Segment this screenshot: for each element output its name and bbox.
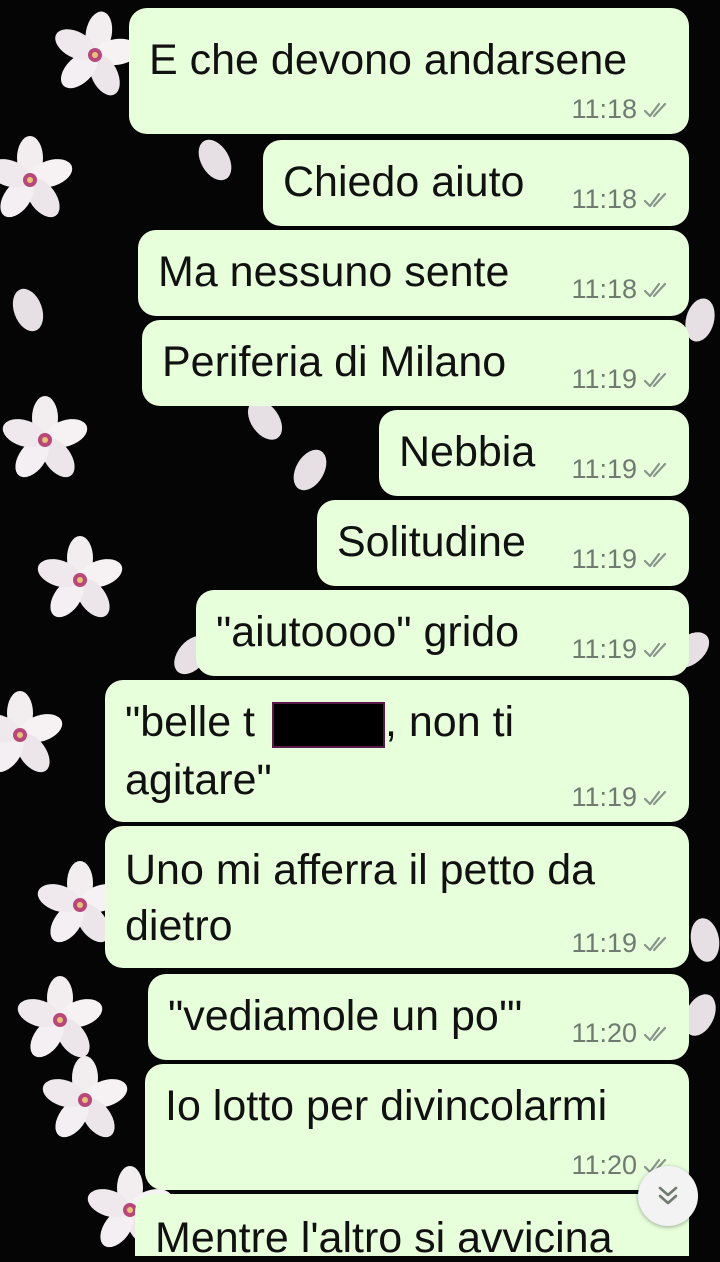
double-check-icon — [643, 1026, 667, 1041]
message-meta: 11:19 — [571, 928, 673, 959]
double-check-icon — [643, 192, 667, 207]
message-meta: 11:19 — [571, 454, 673, 485]
message-text: Uno mi afferra il petto da — [125, 846, 596, 894]
double-check-icon — [643, 552, 667, 567]
message-text: Mentre l'altro si avvicina — [155, 1214, 613, 1256]
message-bubble[interactable]: Solitudine 11:19 — [317, 500, 689, 586]
message-bubble[interactable]: Uno mi afferra il petto da dietro 11:19 — [105, 826, 689, 968]
message-time: 11:18 — [571, 184, 637, 214]
message-bubble[interactable]: Nebbia 11:19 — [379, 410, 689, 496]
message-text: Chiedo aiuto — [283, 158, 525, 206]
message-time: 11:18 — [571, 274, 637, 304]
message-bubble[interactable]: "aiutoooo" grido 11:19 — [196, 590, 689, 676]
message-time: 11:19 — [571, 454, 637, 484]
double-check-icon — [643, 102, 667, 117]
message-time: 11:19 — [571, 364, 637, 394]
message-text: Ma nessuno sente — [158, 248, 510, 296]
message-text: "aiutoooo" grido — [216, 608, 520, 656]
message-bubble[interactable]: Chiedo aiuto 11:18 — [263, 140, 689, 226]
double-chevron-down-icon — [658, 1186, 678, 1205]
message-text: Solitudine — [337, 518, 526, 566]
message-text: Nebbia — [399, 428, 536, 476]
message-meta: 11:19 — [571, 782, 673, 813]
message-text: "belle t — [125, 698, 256, 746]
message-time: 11:20 — [571, 1150, 637, 1180]
message-time: 11:18 — [571, 94, 637, 124]
double-check-icon — [643, 790, 667, 805]
message-text: Io lotto per divincolarmi — [165, 1082, 608, 1130]
message-meta: 11:19 — [571, 544, 673, 575]
message-bubble[interactable]: E che devono andarsene 11:18 — [129, 8, 689, 134]
message-text: agitare" — [125, 756, 272, 804]
message-text: "vediamole un po'" — [168, 992, 523, 1040]
double-check-icon — [643, 282, 667, 297]
message-time: 11:19 — [571, 634, 637, 664]
message-text: dietro — [125, 902, 233, 950]
message-meta: 11:18 — [571, 274, 673, 305]
message-bubble[interactable]: Io lotto per divincolarmi 11:20 — [145, 1064, 689, 1190]
message-time: 11:19 — [571, 782, 637, 812]
message-meta: 11:19 — [571, 634, 673, 665]
redaction-box — [272, 702, 385, 748]
message-bubble[interactable]: Ma nessuno sente 11:18 — [138, 230, 689, 316]
message-text: , non ti — [385, 698, 515, 746]
double-check-icon — [643, 462, 667, 477]
message-bubble[interactable]: "vediamole un po'" 11:20 — [148, 974, 689, 1060]
message-time: 11:19 — [571, 544, 637, 574]
scroll-to-bottom-button[interactable] — [638, 1166, 698, 1226]
message-time: 11:19 — [571, 928, 637, 958]
message-meta: 11:19 — [571, 364, 673, 395]
message-bubble[interactable]: "belle t , non ti agitare" 11:19 — [105, 680, 689, 822]
message-time: 11:20 — [571, 1018, 637, 1048]
message-meta: 11:18 — [571, 94, 673, 125]
double-check-icon — [643, 372, 667, 387]
message-meta: 11:20 — [571, 1018, 673, 1049]
message-meta: 11:18 — [571, 184, 673, 215]
double-check-icon — [643, 642, 667, 657]
double-check-icon — [643, 936, 667, 951]
message-text: E che devono andarsene — [149, 36, 628, 84]
message-bubble[interactable]: Periferia di Milano 11:19 — [142, 320, 689, 406]
message-text: Periferia di Milano — [162, 338, 507, 386]
message-bubble[interactable]: Mentre l'altro si avvicina — [135, 1194, 689, 1256]
